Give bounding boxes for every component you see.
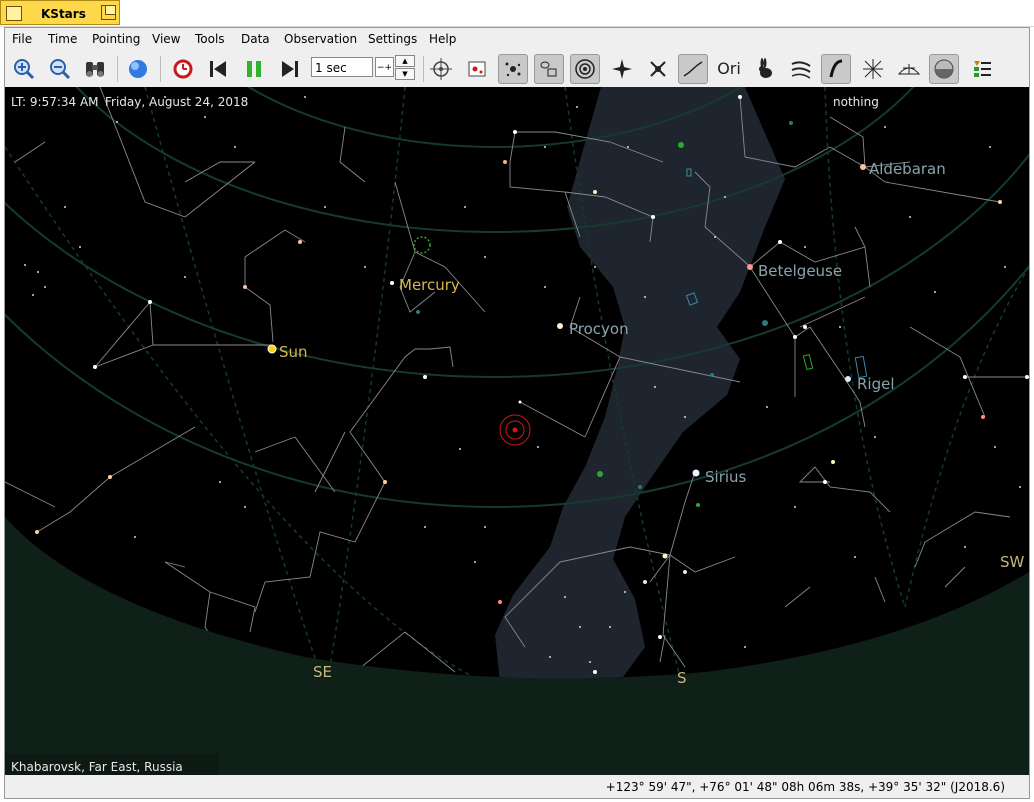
sky-map[interactable]: Aldebaran Betelgeuse Mercury Procyon Sun… xyxy=(5,87,1029,775)
restore-icon[interactable] xyxy=(101,5,116,20)
sun-marker xyxy=(267,344,277,354)
coordinates-readout: +123° 59' 47", +76° 01' 48" 08h 06m 38s,… xyxy=(605,780,1005,794)
binoculars-icon[interactable] xyxy=(80,54,110,84)
globe-icon[interactable] xyxy=(123,54,153,84)
observation-planner-icon[interactable] xyxy=(462,54,492,84)
step-backward-icon[interactable] xyxy=(203,54,233,84)
menu-file[interactable]: File xyxy=(12,32,32,46)
window-title: KStars xyxy=(41,7,86,21)
stars-toggle-icon[interactable] xyxy=(498,54,528,84)
time-step-input[interactable]: 1 sec xyxy=(311,57,373,77)
menu-observation[interactable]: Observation xyxy=(284,32,357,46)
deep-sky-dot xyxy=(710,373,714,377)
compass-s: S xyxy=(677,669,687,687)
menu-bar: File Time Pointing View Tools Data Obser… xyxy=(5,28,1029,50)
date-text: Friday, August 24, 2018 xyxy=(105,95,248,109)
label-aldebaran: Aldebaran xyxy=(869,160,946,178)
horizon-icon[interactable] xyxy=(929,54,959,84)
menu-help[interactable]: Help xyxy=(429,32,456,46)
rabbit-icon[interactable] xyxy=(750,54,780,84)
toolbar-separator xyxy=(117,56,118,82)
clock-icon[interactable] xyxy=(168,54,198,84)
deep-sky-dot xyxy=(678,142,684,148)
spin-up-icon[interactable]: ▲ xyxy=(395,55,415,67)
menu-settings[interactable]: Settings xyxy=(368,32,417,46)
menu-data[interactable]: Data xyxy=(241,32,270,46)
compass-se: SE xyxy=(313,663,332,681)
label-sun: Sun xyxy=(279,343,308,361)
hips-icon[interactable] xyxy=(966,54,996,84)
label-sirius: Sirius xyxy=(705,468,747,486)
step-forward-icon[interactable] xyxy=(275,54,305,84)
milky-way-icon[interactable] xyxy=(786,54,816,84)
location-text: Khabarovsk, Far East, Russia xyxy=(11,760,183,774)
deep-sky-dot xyxy=(597,471,603,477)
deep-sky-dot xyxy=(789,121,793,125)
label-betelgeuse: Betelgeuse xyxy=(758,262,842,280)
focus-text: nothing xyxy=(833,95,879,109)
toolbar-separator xyxy=(160,56,161,82)
ground-icon[interactable] xyxy=(894,54,924,84)
horizontal-grid-icon[interactable] xyxy=(858,54,888,84)
pause-icon[interactable] xyxy=(239,54,269,84)
time-text: LT: 9:57:34 AM xyxy=(11,95,99,109)
zoom-out-icon[interactable] xyxy=(44,54,74,84)
title-bar: KStars xyxy=(0,0,1034,27)
label-mercury: Mercury xyxy=(399,276,460,294)
solar-system-toggle-icon[interactable] xyxy=(570,54,600,84)
status-bar: +123° 59' 47", +76° 01' 48" 08h 06m 38s,… xyxy=(5,776,1029,798)
menu-time[interactable]: Time xyxy=(48,32,77,46)
constellation-names-icon[interactable]: Ori xyxy=(714,54,744,84)
window-menu-icon[interactable] xyxy=(6,6,22,21)
equatorial-grid-icon[interactable] xyxy=(821,54,851,84)
time-step-spinner[interactable]: ▲ ▼ xyxy=(395,55,415,81)
zoom-in-icon[interactable] xyxy=(8,54,38,84)
label-procyon: Procyon xyxy=(569,320,629,338)
deep-sky-dot xyxy=(416,310,420,314)
deep-sky-dot xyxy=(638,485,642,489)
spin-down-icon[interactable]: ▼ xyxy=(395,68,415,80)
telescope-icon[interactable] xyxy=(426,54,456,84)
window-tab[interactable]: KStars xyxy=(0,0,120,25)
menu-pointing[interactable]: Pointing xyxy=(92,32,140,46)
constellation-lines-icon[interactable] xyxy=(607,54,637,84)
compass-sw: SW xyxy=(1000,553,1025,571)
deep-sky-dot xyxy=(696,503,700,507)
main-toolbar: 1 sec −+ ▲ ▼ Ori xyxy=(5,51,1029,87)
toolbar-separator xyxy=(423,56,424,82)
deep-sky-toggle-icon[interactable] xyxy=(534,54,564,84)
label-rigel: Rigel xyxy=(857,375,895,393)
time-unit-button[interactable]: −+ xyxy=(375,57,394,77)
constellation-art-icon[interactable] xyxy=(678,54,708,84)
supernova-icon[interactable] xyxy=(643,54,673,84)
menu-tools[interactable]: Tools xyxy=(195,32,225,46)
menu-view[interactable]: View xyxy=(152,32,180,46)
deep-sky-dot xyxy=(762,320,768,326)
